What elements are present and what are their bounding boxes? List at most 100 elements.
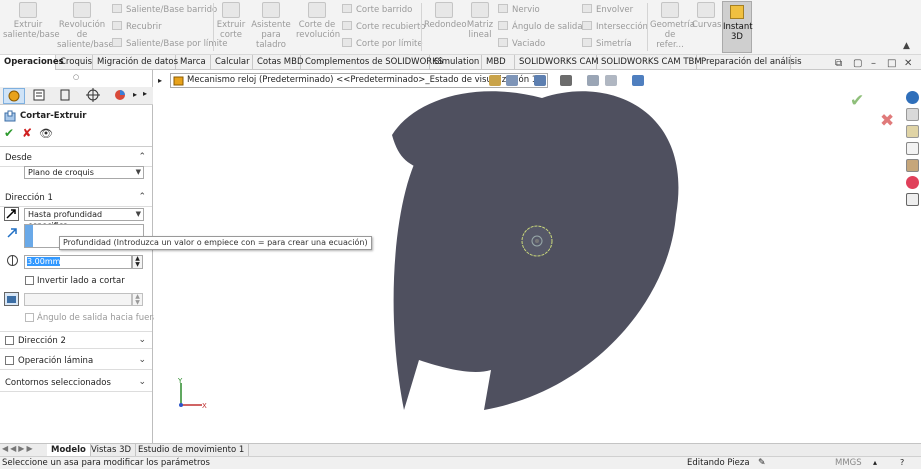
revolved-cut-button[interactable]: Corte de revolución bbox=[296, 2, 340, 40]
depth-input[interactable]: 3.00mm bbox=[24, 255, 132, 269]
flip-side-checkbox[interactable] bbox=[25, 276, 34, 285]
extrude-boss-button[interactable]: Extruir saliente/base bbox=[3, 2, 60, 40]
section-view-icon[interactable] bbox=[506, 75, 518, 86]
tree-flyout-arrow-icon[interactable]: ▸ bbox=[158, 76, 162, 85]
close-icon[interactable]: ✕ bbox=[904, 58, 912, 69]
section-direction-2[interactable]: Dirección 2 ⌄ bbox=[0, 331, 152, 349]
revolve-boss-button[interactable]: Revolución de saliente/base bbox=[57, 2, 114, 50]
configuration-manager-tab[interactable] bbox=[55, 88, 77, 104]
from-select[interactable]: Plano de croquis ▼ bbox=[24, 166, 144, 179]
linear-pattern-button[interactable]: Matriz lineal bbox=[466, 2, 494, 40]
collapse-ribbon-icon[interactable]: ▲ bbox=[903, 41, 910, 51]
tab-scroll-left-icon[interactable]: ▸ bbox=[133, 90, 137, 99]
home-icon[interactable] bbox=[906, 108, 919, 121]
tile-icon[interactable]: ▢ bbox=[853, 58, 862, 69]
confirm-corner-cancel-icon[interactable]: ✖ bbox=[880, 111, 894, 131]
zoom-fit-icon[interactable] bbox=[489, 75, 501, 86]
thin-feature-checkbox[interactable] bbox=[5, 356, 14, 365]
wrap-button[interactable]: Envolver bbox=[582, 4, 633, 16]
help-icon[interactable]: ? bbox=[900, 457, 904, 469]
loft-button[interactable]: Recubrir bbox=[112, 21, 162, 33]
intersect-button[interactable]: Intersección bbox=[582, 21, 648, 33]
minimize-icon[interactable]: – bbox=[871, 58, 876, 69]
tab-solidworks-cam-tbm[interactable]: SOLIDWORKS CAM TBM bbox=[597, 55, 702, 70]
section-selected-contours[interactable]: Contornos seleccionados ⌄ bbox=[0, 374, 152, 392]
graphics-area[interactable]: Y X bbox=[154, 70, 921, 443]
reference-geometry-button[interactable]: Geometría de refer... bbox=[650, 2, 695, 50]
edit-appearance-icon[interactable] bbox=[605, 75, 617, 86]
custom-properties-icon[interactable] bbox=[906, 193, 919, 206]
end-condition-select[interactable]: Hasta profundidad especifica▼ bbox=[24, 208, 144, 230]
draft-toggle-button[interactable] bbox=[4, 292, 19, 306]
restore-icon[interactable]: ⧉ bbox=[835, 58, 842, 69]
shell-button[interactable]: Vaciado bbox=[498, 38, 545, 50]
tab-migracion[interactable]: Migración de datos bbox=[93, 55, 178, 70]
view-palette-icon[interactable] bbox=[906, 159, 919, 172]
center-point[interactable] bbox=[535, 239, 539, 243]
boundary-boss-button[interactable]: Saliente/Base por límite bbox=[112, 38, 228, 50]
confirm-corner-ok-icon[interactable]: ✔ bbox=[850, 91, 864, 111]
depth-spinner[interactable]: ▲ ▼ bbox=[132, 255, 143, 269]
chevron-down-icon[interactable]: ⌄ bbox=[138, 377, 146, 387]
draft-angle-input[interactable] bbox=[24, 293, 132, 306]
chevron-up-icon[interactable]: ⌃ bbox=[138, 152, 146, 162]
units-indicator[interactable]: MMGS bbox=[835, 457, 862, 469]
rebuild-icon[interactable]: ✎ bbox=[758, 457, 766, 469]
extrude-icon bbox=[19, 2, 37, 18]
cancel-icon[interactable]: ✘ bbox=[22, 126, 32, 140]
appearances-icon[interactable] bbox=[906, 176, 919, 189]
dimxpert-tab[interactable] bbox=[83, 88, 105, 104]
part-model[interactable] bbox=[154, 70, 921, 443]
direction-2-checkbox[interactable] bbox=[5, 336, 14, 345]
tab-complementos[interactable]: Complementos de SOLIDWORKS bbox=[301, 55, 443, 70]
display-style-icon[interactable] bbox=[560, 75, 572, 86]
tab-marca[interactable]: Marca bbox=[176, 55, 211, 70]
tab-simulation[interactable]: Simulation bbox=[430, 55, 482, 70]
chevron-down-icon[interactable]: ⌄ bbox=[138, 355, 146, 365]
section-direction-1[interactable]: Dirección 1 ⌃ bbox=[0, 189, 152, 207]
rib-button[interactable]: Nervio bbox=[498, 4, 540, 16]
units-dropdown-icon[interactable]: ▴ bbox=[873, 457, 877, 469]
curves-button[interactable]: Curvas bbox=[692, 2, 721, 30]
display-manager-tab[interactable] bbox=[110, 88, 132, 104]
tab-scroll-right-icon[interactable]: ▸ bbox=[143, 89, 147, 98]
fillet-button[interactable]: Redondeo bbox=[424, 2, 467, 30]
file-explorer-icon[interactable] bbox=[906, 142, 919, 155]
maximize-icon[interactable]: □ bbox=[887, 58, 896, 69]
tab-croquis[interactable]: Croquis bbox=[56, 55, 93, 70]
preview-eye-icon[interactable]: 👁 bbox=[39, 127, 53, 140]
mirror-button[interactable]: Simetría bbox=[582, 38, 632, 50]
view-settings-icon[interactable] bbox=[632, 75, 644, 86]
view-orientation-icon[interactable] bbox=[534, 75, 546, 86]
draft-outward-checkbox[interactable] bbox=[25, 313, 34, 322]
panel-grip-icon[interactable]: ○ bbox=[73, 73, 79, 81]
reverse-direction-button[interactable] bbox=[4, 207, 19, 221]
swept-cut-button[interactable]: Corte barrido bbox=[342, 4, 412, 16]
property-manager-tab[interactable] bbox=[29, 88, 51, 104]
tab-calcular[interactable]: Calcular bbox=[211, 55, 253, 70]
tab-cotas-mbd[interactable]: Cotas MBD bbox=[253, 55, 304, 70]
instant3d-button[interactable]: Instant 3D bbox=[722, 1, 753, 53]
lofted-cut-button[interactable]: Corte recubierto bbox=[342, 21, 426, 33]
design-library-icon[interactable] bbox=[906, 125, 919, 138]
hide-show-icon[interactable] bbox=[587, 75, 599, 86]
tab-scroll-icons[interactable]: ◀◀▶▶ bbox=[2, 444, 35, 453]
section-from[interactable]: Desde ⌃ bbox=[0, 149, 152, 167]
boundary-cut-button[interactable]: Corte por límite bbox=[342, 38, 423, 50]
section-thin-feature[interactable]: Operación lámina ⌄ bbox=[0, 352, 152, 370]
solidworks-resources-icon[interactable] bbox=[906, 91, 919, 104]
extruded-cut-button[interactable]: Extruir corte bbox=[216, 2, 246, 40]
draft-button[interactable]: Ángulo de salida bbox=[498, 21, 583, 33]
tab-operaciones[interactable]: Operaciones bbox=[0, 55, 64, 70]
ok-icon[interactable]: ✔ bbox=[4, 126, 14, 140]
feature-manager-tab[interactable] bbox=[3, 88, 25, 104]
tab-solidworks-cam[interactable]: SOLIDWORKS CAM bbox=[515, 55, 599, 70]
depth-icon bbox=[7, 255, 18, 266]
tab-mbd[interactable]: MBD bbox=[482, 55, 515, 70]
swept-boss-button[interactable]: Saliente/Base barrido bbox=[112, 4, 217, 16]
chevron-up-icon[interactable]: ⌃ bbox=[138, 192, 146, 202]
hole-wizard-button[interactable]: Asistente para taladro bbox=[250, 2, 292, 50]
tab-preparacion[interactable]: Preparación del análisis bbox=[697, 55, 802, 70]
draft-angle-spinner[interactable]: ▲ ▼ bbox=[132, 293, 143, 306]
chevron-down-icon[interactable]: ⌄ bbox=[138, 335, 146, 345]
